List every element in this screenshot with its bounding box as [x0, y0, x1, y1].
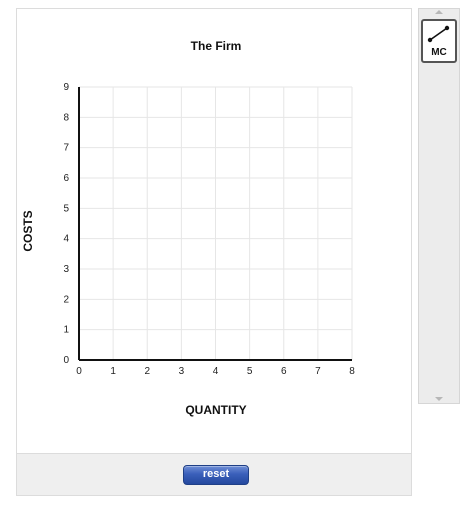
x-axis-label: QUANTITY — [185, 403, 246, 417]
x-tick-label: 1 — [110, 366, 116, 377]
bottom-toolbar: reset — [16, 454, 412, 496]
grid-lines — [79, 86, 353, 360]
y-tick-labels: 0 1 2 3 4 5 6 7 8 9 — [63, 82, 69, 366]
x-tick-label: 6 — [281, 366, 287, 377]
triangle-up-icon[interactable] — [435, 10, 443, 14]
y-tick-label: 3 — [63, 264, 69, 275]
graph-canvas-panel[interactable]: The Firm 0 1 2 3 4 5 6 7 8 0 1 2 3 4 5 6 7 8 9 QUANTITY C… — [16, 8, 412, 454]
x-tick-label: 7 — [315, 366, 321, 377]
triangle-down-icon[interactable] — [435, 397, 443, 401]
y-tick-label: 5 — [63, 203, 69, 214]
x-tick-label: 2 — [144, 366, 150, 377]
y-tick-label: 8 — [63, 112, 69, 123]
chart[interactable]: The Firm 0 1 2 3 4 5 6 7 8 0 1 2 3 4 5 6 7 8 9 QUANTITY C… — [17, 9, 413, 455]
y-tick-label: 1 — [63, 325, 69, 336]
y-tick-label: 6 — [63, 173, 69, 184]
y-tick-label: 4 — [63, 234, 69, 245]
y-tick-label: 9 — [63, 82, 69, 93]
x-tick-labels: 0 1 2 3 4 5 6 7 8 — [76, 366, 355, 377]
x-tick-label: 0 — [76, 366, 82, 377]
reset-button[interactable]: reset — [183, 465, 249, 485]
mc-tool-button[interactable]: MC — [421, 19, 457, 63]
chart-title: The Firm — [191, 39, 242, 53]
x-tick-label: 3 — [179, 366, 185, 377]
x-tick-label: 5 — [247, 366, 253, 377]
line-segment-icon — [427, 25, 450, 43]
y-tick-label: 2 — [63, 294, 69, 305]
x-tick-label: 4 — [213, 366, 219, 377]
drawing-tool-panel: MC — [418, 8, 460, 404]
mc-tool-label: MC — [431, 47, 447, 58]
y-tick-label: 0 — [63, 355, 69, 366]
y-tick-label: 7 — [63, 143, 69, 154]
x-tick-label: 8 — [349, 366, 355, 377]
y-axis-label: COSTS — [21, 210, 35, 251]
